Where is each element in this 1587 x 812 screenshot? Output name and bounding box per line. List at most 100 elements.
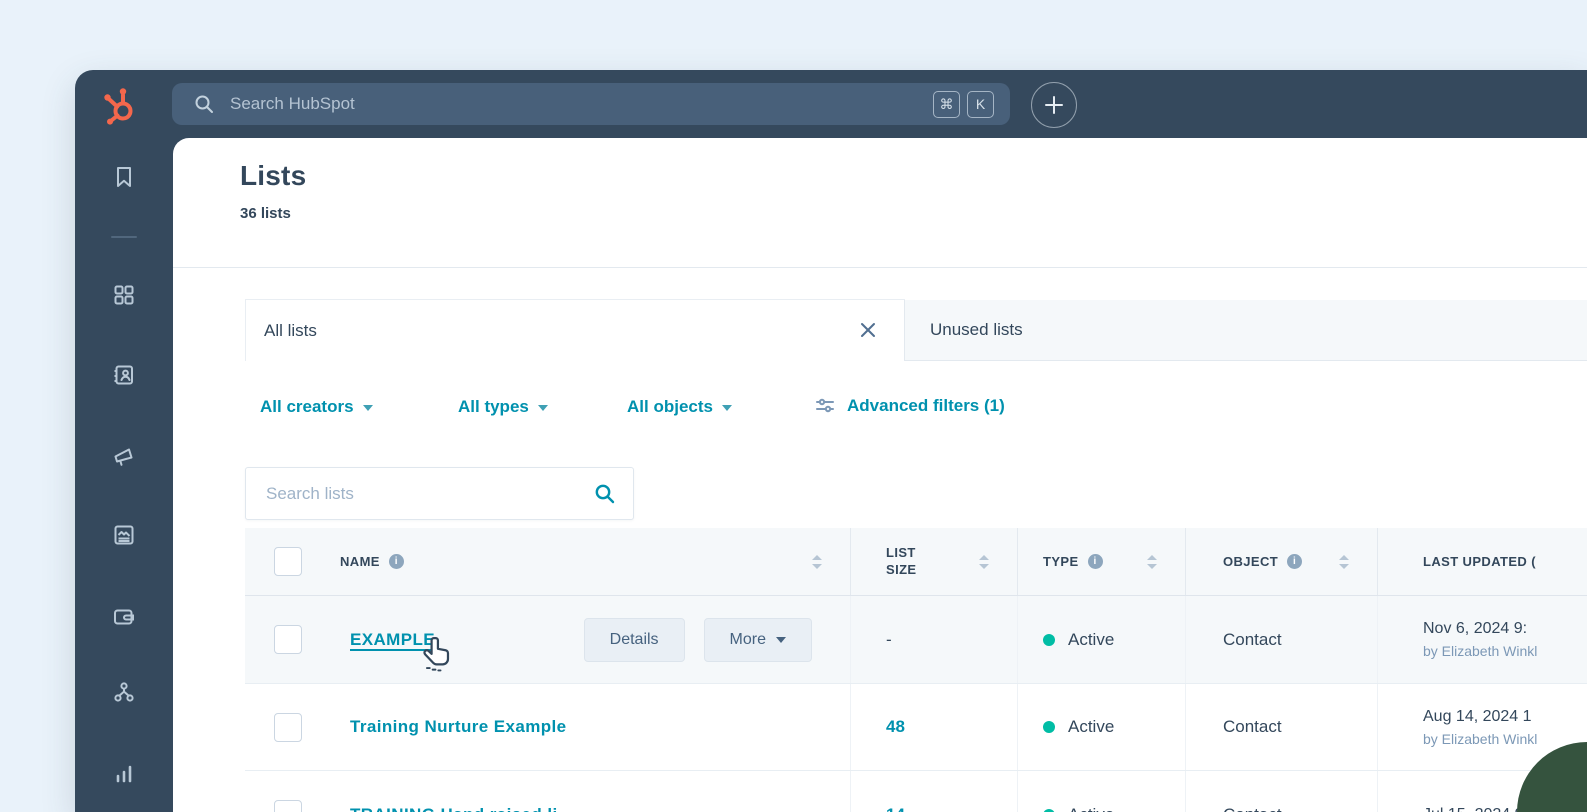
filter-label: All objects: [627, 397, 713, 416]
app-window: ⌘ K: [75, 70, 1587, 812]
type-cell: Active: [1017, 684, 1185, 770]
info-icon[interactable]: i: [1287, 554, 1303, 569]
sort-icons[interactable]: [979, 554, 989, 569]
global-search[interactable]: ⌘ K: [172, 83, 1010, 125]
bookmark-icon[interactable]: [112, 165, 136, 189]
row-checkbox-cell: [245, 596, 330, 683]
last-updated-cell: Nov 6, 2024 9: by Elizabeth Winkl: [1377, 596, 1587, 683]
more-button[interactable]: More: [703, 617, 812, 662]
megaphone-icon[interactable]: [112, 443, 136, 467]
row-checkbox[interactable]: [273, 800, 302, 812]
sliders-icon: [816, 398, 834, 413]
chevron-down-icon: [537, 405, 548, 411]
status-dot: [1043, 808, 1055, 812]
type-cell: Active: [1017, 771, 1185, 812]
chevron-down-icon: [721, 405, 732, 411]
filter-all-creators[interactable]: All creators: [260, 397, 373, 417]
workflow-icon[interactable]: [112, 680, 136, 704]
row-checkbox-cell: [245, 684, 330, 770]
apps-grid-icon[interactable]: [112, 283, 136, 307]
filter-label: All types: [458, 397, 529, 416]
sort-icons[interactable]: [1339, 554, 1349, 569]
wallet-icon[interactable]: [112, 605, 136, 629]
row-checkbox[interactable]: [273, 712, 302, 742]
forms-icon[interactable]: [112, 523, 136, 547]
close-tab-icon[interactable]: [858, 320, 878, 340]
filter-all-types[interactable]: All types: [458, 397, 548, 417]
row-checkbox[interactable]: [273, 625, 302, 654]
tab-bar: All lists Unused lists: [173, 299, 1587, 361]
screen: ⌘ K: [0, 0, 1587, 812]
column-label: NAME: [340, 554, 380, 569]
updated-by: by Elizabeth Winkl: [1423, 643, 1538, 659]
advanced-filters-button[interactable]: Advanced filters (1): [815, 396, 1005, 416]
column-list-size[interactable]: LIST SIZE: [850, 528, 1017, 595]
shortcut-keys: ⌘ K: [933, 90, 994, 118]
info-icon[interactable]: i: [1087, 554, 1103, 569]
sidebar-divider: [111, 236, 137, 238]
table-row[interactable]: TRAINING Hand raised li 14 Active Contac…: [245, 771, 1587, 812]
column-last-updated[interactable]: LAST UPDATED (: [1377, 528, 1587, 595]
page-title: Lists: [240, 160, 307, 191]
chevron-down-icon: [776, 636, 786, 643]
name-cell: EXAMPLE Details More: [330, 596, 850, 683]
table-header: NAME i LIST SIZE TYPE i OBJECT i LAST UP…: [245, 528, 1587, 596]
cmd-key: ⌘: [933, 90, 960, 118]
status-label: Active: [1068, 805, 1114, 812]
create-button[interactable]: [1031, 82, 1077, 128]
updated-date: Nov 6, 2024 9:: [1423, 620, 1528, 637]
updated-date: Aug 14, 2024 1: [1423, 707, 1532, 725]
search-icon[interactable]: [594, 483, 615, 504]
sort-icons[interactable]: [1147, 554, 1157, 569]
list-size-cell: 48: [850, 684, 1017, 770]
header-checkbox-cell: [245, 528, 330, 595]
lists-table: NAME i LIST SIZE TYPE i OBJECT i LAST UP…: [245, 528, 1587, 812]
column-object[interactable]: OBJECT i: [1185, 528, 1377, 595]
tab-unused-lists[interactable]: Unused lists: [904, 300, 1587, 361]
list-count: 36 lists: [240, 205, 291, 222]
plus-icon: [1045, 96, 1063, 114]
header-divider: [173, 267, 1587, 268]
select-all-checkbox[interactable]: [273, 547, 302, 576]
info-icon[interactable]: i: [388, 554, 404, 569]
column-label: OBJECT: [1223, 554, 1279, 569]
list-search-input[interactable]: [264, 482, 594, 505]
details-button[interactable]: Details: [583, 617, 685, 662]
size-value: 48: [886, 717, 905, 736]
name-cell: Training Nurture Example: [330, 684, 850, 770]
list-search[interactable]: [245, 467, 634, 520]
name-cell: TRAINING Hand raised li: [330, 771, 850, 812]
column-label: LAST UPDATED (: [1423, 554, 1536, 569]
list-name-link[interactable]: Training Nurture Example: [350, 717, 566, 737]
size-value: 14: [886, 805, 905, 812]
hubspot-logo-icon[interactable]: [97, 83, 141, 127]
list-name-link[interactable]: TRAINING Hand raised li: [350, 805, 558, 812]
column-name[interactable]: NAME i: [330, 528, 850, 595]
search-icon: [195, 95, 213, 113]
table-row[interactable]: Training Nurture Example 48 Active Conta…: [245, 684, 1587, 771]
contacts-icon[interactable]: [112, 363, 136, 387]
object-cell: Contact: [1185, 596, 1377, 683]
type-cell: Active: [1017, 596, 1185, 683]
updated-by: by Elizabeth Winkl: [1423, 730, 1538, 747]
filter-bar: All creators All types All objects Advan…: [173, 392, 1587, 428]
status-dot: [1043, 721, 1055, 733]
tab-all-lists[interactable]: All lists: [245, 299, 905, 361]
column-type[interactable]: TYPE i: [1017, 528, 1185, 595]
main-content: Lists 36 lists All lists Unused lists Al…: [173, 138, 1587, 812]
status-label: Active: [1068, 629, 1115, 649]
status-dot: [1043, 633, 1055, 646]
chevron-down-icon: [362, 405, 373, 411]
filter-all-objects[interactable]: All objects: [627, 397, 732, 417]
reports-icon[interactable]: [112, 761, 136, 785]
filter-label: All creators: [260, 397, 354, 416]
global-search-input[interactable]: [228, 93, 933, 115]
sort-icons[interactable]: [812, 554, 822, 569]
more-label: More: [729, 630, 766, 648]
tab-label: Unused lists: [930, 320, 1023, 339]
list-size-cell: 14: [850, 771, 1017, 812]
column-label: LIST SIZE: [886, 544, 917, 577]
list-name-link[interactable]: EXAMPLE: [350, 630, 435, 650]
table-row[interactable]: EXAMPLE Details More - Active Contact No…: [245, 596, 1587, 684]
row-checkbox-cell: [245, 771, 330, 812]
